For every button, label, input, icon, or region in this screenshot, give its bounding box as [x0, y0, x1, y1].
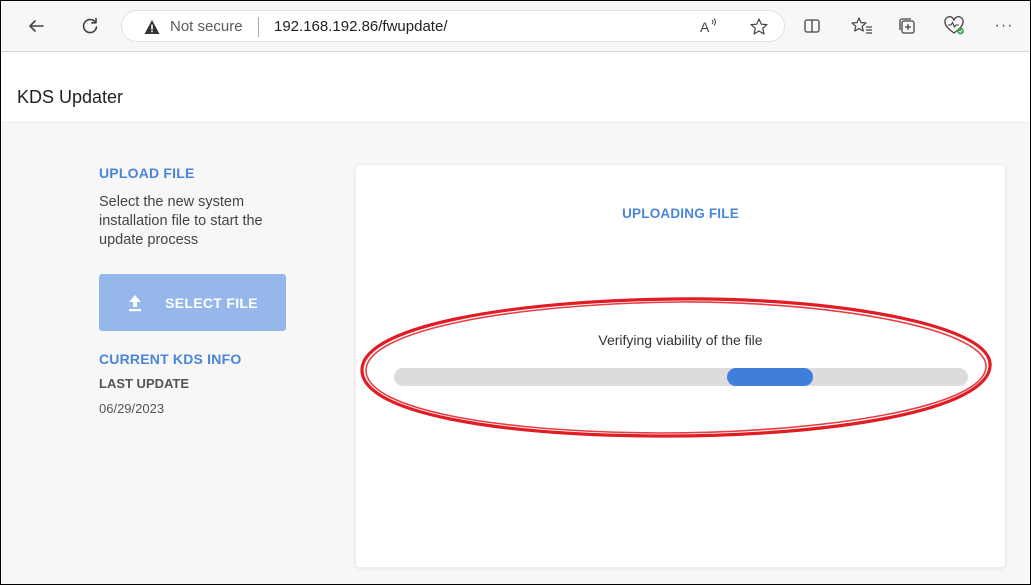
last-update-value: 06/29/2023 — [99, 401, 165, 416]
url-text[interactable]: 192.168.192.86/fwupdate/ — [274, 18, 447, 36]
address-divider — [258, 17, 259, 37]
upload-status-card: UPLOADING FILE Verifying viability of th… — [355, 164, 1006, 568]
address-bar[interactable]: Not secure 192.168.192.86/fwupdate/ A — [121, 10, 785, 42]
upload-description: Select the new system installation file … — [99, 194, 263, 248]
select-file-button[interactable]: SELECT FILE — [99, 274, 286, 331]
star-icon[interactable] — [748, 16, 770, 38]
upload-file-heading: UPLOAD FILE — [99, 165, 195, 181]
current-kds-info-heading: CURRENT KDS INFO — [99, 351, 242, 367]
app-header: KDS Updater — [1, 52, 1030, 123]
browser-toolbar: Not secure 192.168.192.86/fwupdate/ A ··… — [1, 1, 1030, 52]
upload-icon — [129, 294, 142, 311]
read-aloud-icon[interactable]: A — [697, 16, 719, 38]
warning-icon — [144, 19, 160, 35]
browser-essentials-icon[interactable] — [941, 13, 967, 39]
favorites-icon[interactable] — [849, 13, 875, 39]
app-title: KDS Updater — [17, 87, 124, 107]
upload-progress-indicator — [726, 368, 813, 386]
back-arrow-icon[interactable] — [23, 13, 49, 39]
read-aloud-glyph: A — [700, 19, 710, 35]
security-status[interactable]: Not secure — [170, 18, 243, 36]
refresh-icon[interactable] — [77, 13, 103, 39]
more-icon[interactable]: ··· — [991, 13, 1017, 39]
select-file-label: SELECT FILE — [165, 294, 258, 311]
collections-icon[interactable] — [894, 13, 920, 39]
uploading-file-title: UPLOADING FILE — [622, 206, 739, 221]
upload-progress-bar — [394, 368, 968, 386]
split-screen-icon[interactable] — [799, 13, 825, 39]
upload-status-text: Verifying viability of the file — [598, 332, 763, 348]
browser-window: Not secure 192.168.192.86/fwupdate/ A ··… — [0, 0, 1031, 585]
last-update-label: LAST UPDATE — [99, 376, 190, 391]
